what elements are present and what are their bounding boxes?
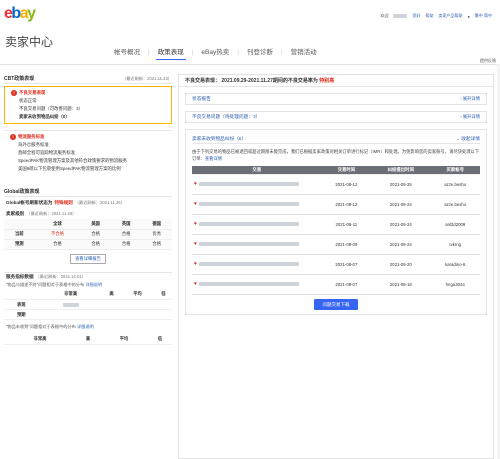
- table-row: 表现: [4, 299, 172, 310]
- imr-title: 卖家未收到物品纠纷（6）: [192, 135, 247, 141]
- left-column: CBT政策表现 （最近刷新：2021.11.23） ! 不良交易表现 状态正常 不良…: [4, 74, 172, 345]
- expand-link[interactable]: › 展开详情: [460, 114, 480, 120]
- bad-item-2[interactable]: 不良交易问题（可改善问题：3）: [11, 105, 165, 113]
- download-button[interactable]: 问题交易下载: [314, 298, 358, 310]
- tab-marketing[interactable]: 营销活动: [283, 48, 325, 62]
- table-row: 预期: [4, 309, 172, 320]
- right-panel: 不良交易表现： 2021.09.29-2021.11.27期间的不良交易率为 特…: [178, 74, 494, 459]
- tab-ebay-hot[interactable]: eBay热卖: [193, 48, 237, 62]
- language-select[interactable]: 繁中 简中: [475, 13, 492, 19]
- status-report-accordion[interactable]: 状态报告 › 展开详情: [185, 93, 487, 105]
- disputes-table: 交易 交易时间 纠纷提出时间 买家帐号 ♥ 2021-08-12 2021-09-25 az…: [192, 166, 480, 295]
- table-row: 预测 合格 合格 合格 合格: [4, 239, 172, 250]
- link-hello[interactable]: 您好: [412, 13, 420, 19]
- ship-item-3[interactable]: SpeedPAK物流管理方案及其他符合政策要求的物流服务: [10, 157, 166, 165]
- imr-description: 由于下列交易的物品已被退回或超过期限未能完成，我们已根据卖家政策对相关订单进行标…: [192, 149, 480, 161]
- shipping-block: ! 物流服务标准 海外仓服务标准 直邮全程可追踪物流服务标准 SpeedPAK物流…: [4, 130, 172, 175]
- global-section-title: Global政策表现: [4, 187, 172, 197]
- svc-note-2: “物品未收到”问题相对于表格中的分布 详细说明: [6, 324, 94, 329]
- table-row: ♥ 2021-08-07 2021-09-20 karadino-6: [192, 254, 480, 275]
- tab-policy[interactable]: 政策表现: [150, 48, 192, 62]
- bad-transaction-block: ! 不良交易表现 状态正常 不良交易问题（可改善问题：3） 卖家未收到物品纠纷（0…: [4, 86, 172, 124]
- service-metrics-title: 服务指标数据 （最近刷新：2021.12.01）: [4, 271, 172, 282]
- header-divider: [0, 64, 500, 65]
- policy-summary: 不良交易表现： 2021.09.29-2021.11.27期间的不良交易率为 特…: [179, 75, 493, 87]
- table-row: ♥ 2021-08-09 2021-09-24 tvkrng: [192, 234, 480, 255]
- table-row: ♥ 2021-08-07 2021-09-18 hngu3044: [192, 274, 480, 295]
- ship-item-1[interactable]: 海外仓服务标准: [10, 141, 166, 149]
- collapse-link[interactable]: ⌄ 收起详情: [456, 136, 480, 142]
- tab-account-overview[interactable]: 帐号概况: [106, 48, 148, 62]
- table-row: ♥ 2021-08-12 2021-09-25 azze.besho: [192, 174, 480, 195]
- globe-icon[interactable]: ●: [467, 14, 469, 19]
- top-links: 欢迎 您好 帮助 卖家产品帮助 ● 繁中 简中: [380, 13, 492, 19]
- tab-listing-diagnosis[interactable]: 刊登诊断: [239, 48, 281, 62]
- table-row: ♥ 2021-08-12 2021-09-24 azze.besho: [192, 194, 480, 215]
- link-help[interactable]: 帮助: [425, 13, 433, 19]
- svc-table-2: 非常高高平均低: [4, 334, 172, 345]
- main-nav: 帐号概况 | 政策表现 | eBay热卖 | 刊登诊断 | 营销活动: [106, 48, 325, 62]
- svg-text:ebay: ebay: [4, 5, 36, 22]
- bad-issues-accordion[interactable]: 不良交易问题（待处理问题：3） › 展开详情: [185, 111, 487, 123]
- link-seller-help[interactable]: 卖家产品帮助: [438, 13, 462, 19]
- ship-item-4[interactable]: 美国6磅以下包裹使用SpeedPAK物流管理方案的比例: [10, 165, 166, 173]
- alert-icon: !: [10, 133, 16, 140]
- shipping-title: ! 物流服务标准: [10, 133, 166, 141]
- expand-link[interactable]: › 展开详情: [460, 96, 480, 102]
- ship-item-2[interactable]: 直邮全程可追踪物流服务标准: [10, 149, 166, 157]
- svc-detail-link-2[interactable]: 详细说明: [77, 324, 94, 329]
- seller-level-title: 卖家级别 （最近刷新：2021.11.26）: [6, 211, 77, 216]
- svc-table: 非常高高平均低 表现 预期: [4, 289, 172, 320]
- page-title: 卖家中心: [5, 35, 54, 49]
- username-blurred: [393, 14, 408, 18]
- ebay-logo[interactable]: ebay: [4, 2, 54, 22]
- greeting: 欢迎: [380, 13, 389, 18]
- global-status: Global帐号刷新状态为 特殊规则 （最近刷新：2021.11.26）: [6, 200, 125, 205]
- cbt-section-title: CBT政策表现 （最近刷新：2021.11.23）: [4, 75, 172, 84]
- imr-disputes-panel: 卖家未收到物品纠纷（6） ⌄ 收起详情 由于下列交易的物品已被退回或超过期限未能完…: [185, 129, 487, 315]
- svc-detail-link-1[interactable]: 详细说明: [85, 282, 102, 287]
- table-row: 当前 不合格 合格 合格 优秀: [4, 229, 172, 240]
- svc-note-1: “物品与描述不符”问题相对于表格中的分布 详细说明: [6, 281, 103, 287]
- bad-item-1: 状态正常: [19, 98, 37, 103]
- bad-transaction-title: ! 不良交易表现: [11, 89, 165, 97]
- table-row: ♥ 2021-08-11 2021-09-24 anl2d2009: [192, 214, 480, 235]
- view-report-button[interactable]: 查看详细报告: [70, 253, 106, 264]
- alert-icon: !: [11, 89, 17, 96]
- seller-level-table: 全球 美国 英国 德国 当前 不合格 合格 合格 优秀 预测 合格 合格 合格 合格: [4, 219, 172, 250]
- desc-detail-link[interactable]: 查看详情: [205, 156, 222, 161]
- bad-item-3[interactable]: 卖家未收到物品纠纷（0）: [11, 113, 165, 121]
